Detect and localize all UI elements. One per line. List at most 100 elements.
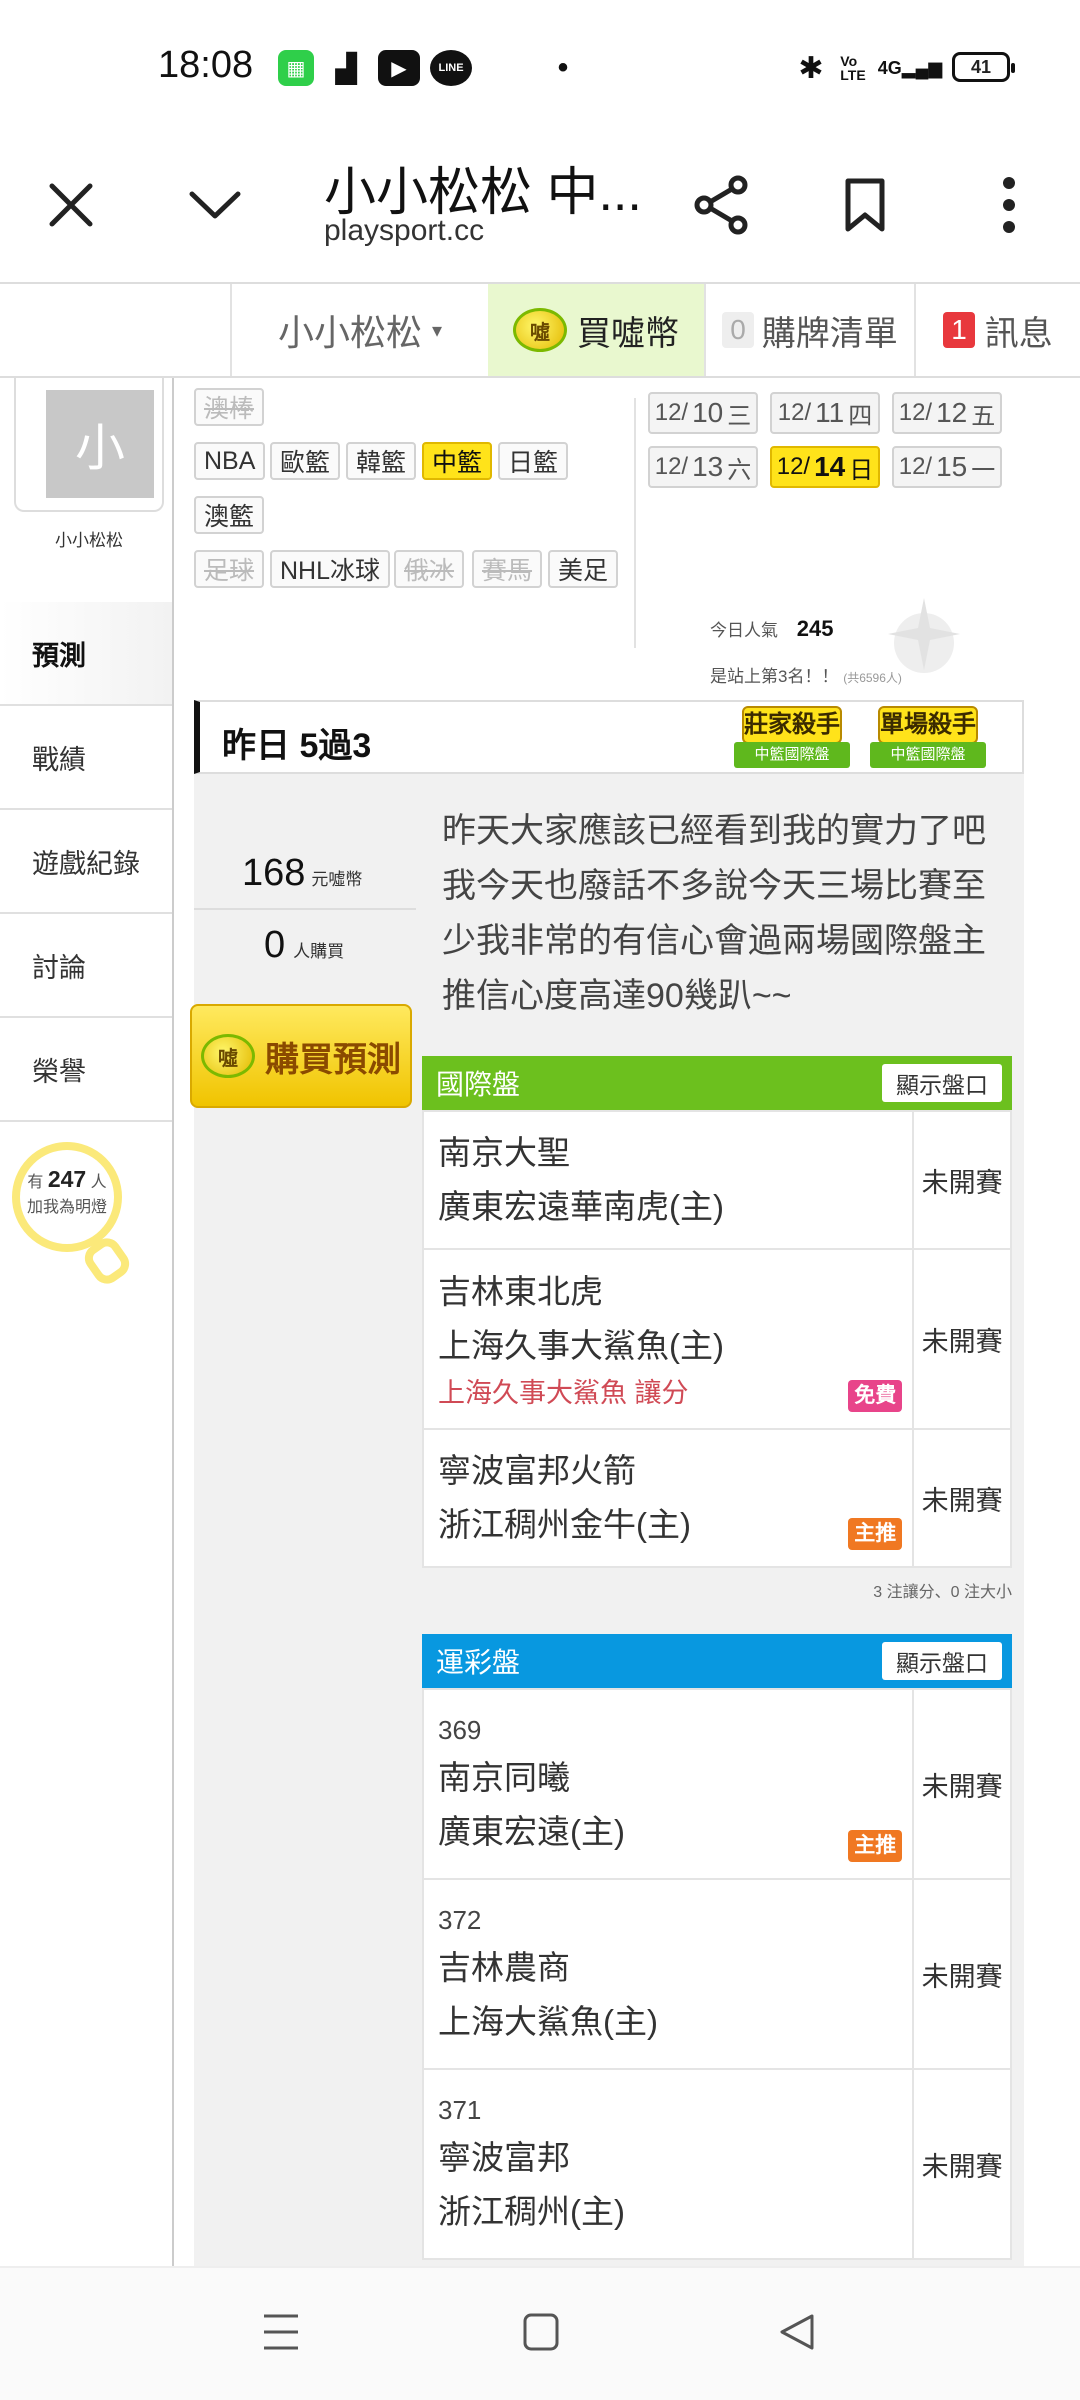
- share-button[interactable]: [676, 160, 766, 250]
- collapse-button[interactable]: [170, 160, 260, 250]
- sport-tag[interactable]: 俄冰: [394, 550, 465, 588]
- buy-prediction-label: 購買預測: [265, 1040, 401, 1079]
- sport-tag[interactable]: 賽馬: [472, 550, 543, 588]
- home-team: 上海久事大鯊魚(主): [438, 1327, 724, 1364]
- username: 小小松松: [55, 531, 123, 550]
- menu-item-predictions[interactable]: 預測: [0, 602, 172, 706]
- back-button[interactable]: [778, 2312, 816, 2352]
- market-header: 運彩盤 顯示盤口: [422, 1634, 1012, 1688]
- sport-tag[interactable]: 日籃: [498, 442, 569, 480]
- mobile-signal-icon: 4G ▂▄▆: [877, 57, 943, 78]
- game-status: 未開賽: [912, 1428, 1012, 1568]
- away-team: 吉林農商: [438, 1949, 570, 1986]
- sport-tag[interactable]: NHL冰球: [270, 550, 391, 588]
- coin-icon: 噓: [201, 1034, 255, 1078]
- page-url[interactable]: playsport.cc: [324, 214, 484, 248]
- fan-lightbulb[interactable]: 有 247 人 加我為明燈: [12, 1142, 122, 1252]
- home-team: 浙江稠州(主): [438, 2193, 625, 2230]
- sport-tag[interactable]: NBA: [194, 442, 266, 480]
- bet-summary: 3 注讓分、0 注大小: [873, 1584, 1012, 1601]
- avatar[interactable]: 小: [46, 390, 154, 498]
- date-tab[interactable]: 12/11 四: [770, 392, 880, 434]
- sport-tag-selected[interactable]: 中籃: [422, 442, 493, 480]
- table-row: 南京大聖 廣東宏遠華南虎(主) 未開賽: [421, 1110, 1012, 1250]
- teams-cell: 369 南京同曦 廣東宏遠(主) 主推: [421, 1688, 915, 1880]
- caret-down-icon: ▾: [431, 319, 443, 342]
- prediction-panel: 168 元噓幣 0 人購買 噓 購買預測 昨天大家應該已經看到我的實力了吧我今天也廢…: [190, 774, 1024, 2274]
- divider: [634, 398, 636, 648]
- main-pick-badge: 主推: [848, 1518, 903, 1550]
- sport-tag[interactable]: 澳棒: [194, 388, 265, 426]
- clock: 18:08: [158, 44, 254, 86]
- battery-icon: 41: [952, 52, 1015, 82]
- date-tab-selected[interactable]: 12/14 日: [770, 446, 880, 488]
- table-row: 371 寧波富邦 浙江稠州(主) 未開賽: [421, 2068, 1012, 2260]
- away-team: 南京同曦: [438, 1759, 570, 1796]
- teams-cell: 371 寧波富邦 浙江稠州(主): [421, 2068, 915, 2260]
- volte-icon: Vo LTE: [840, 53, 866, 83]
- buy-list-link[interactable]: 0 購牌清單: [704, 284, 914, 376]
- status-bar: 18:08 ▦ ▟ ▶ LINE • ✱ Vo LTE 4G ▂▄▆ 41: [0, 0, 1080, 130]
- show-odds-button[interactable]: 顯示盤口: [882, 1642, 1002, 1680]
- buy-coins-label: 買噓幣: [577, 314, 679, 353]
- popularity-value: 245: [796, 616, 834, 641]
- date-tab[interactable]: 12/15 一: [892, 446, 1002, 488]
- buyers: 0 人購買: [264, 924, 344, 967]
- prediction-description: 昨天大家應該已經看到我的實力了吧我今天也廢話不多說今天三場比賽至少我非常的有信心…: [442, 812, 986, 1015]
- chevron-down-icon: [189, 191, 241, 219]
- date-tab[interactable]: 12/12 五: [892, 392, 1002, 434]
- date-tab[interactable]: 12/10 三: [648, 392, 758, 434]
- game-number: 369: [438, 1715, 482, 1745]
- games-table: 南京大聖 廣東宏遠華南虎(主) 未開賽 吉林東北虎 上海久事大鯊魚(主) 上海久…: [421, 1110, 1012, 1568]
- teams-cell: 寧波富邦火箭 浙江稠州金牛(主) 主推: [421, 1428, 915, 1568]
- recent-apps-button[interactable]: [262, 2312, 300, 2352]
- line-icon: LINE: [430, 50, 472, 86]
- system-nav-bar: [0, 2266, 1080, 2400]
- menu-item-game-log[interactable]: 遊戲紀錄: [0, 810, 172, 914]
- away-team: 南京大聖: [438, 1134, 570, 1171]
- yesterday-title: 昨日 5過3: [222, 727, 372, 765]
- home-team: 廣東宏遠(主): [438, 1813, 625, 1850]
- table-row: 吉林東北虎 上海久事大鯊魚(主) 上海久事大鯊魚 讓分 免費 未開賽: [421, 1248, 1012, 1430]
- game-number: 372: [438, 1905, 482, 1935]
- close-button[interactable]: [26, 160, 116, 250]
- game-number: 371: [438, 2095, 482, 2125]
- sport-tag[interactable]: 歐籃: [270, 442, 341, 480]
- messages-link[interactable]: 1 訊息: [914, 284, 1080, 376]
- free-badge: 免費: [848, 1380, 903, 1412]
- fans-suffix: 人: [90, 1174, 107, 1191]
- bookmark-button[interactable]: [820, 160, 910, 250]
- user-menu[interactable]: 小小松松 ▾: [230, 284, 488, 376]
- away-team: 寧波富邦火箭: [438, 1452, 636, 1489]
- home-button[interactable]: [522, 2312, 560, 2352]
- buy-coins-button[interactable]: 噓 買噓幣: [488, 284, 704, 376]
- menu-item-record[interactable]: 戰績: [0, 706, 172, 810]
- teams-cell: 吉林東北虎 上海久事大鯊魚(主) 上海久事大鯊魚 讓分 免費: [421, 1248, 915, 1430]
- rank-text: 是站上第3名！！: [710, 667, 839, 686]
- divider: [194, 908, 416, 910]
- buy-list-count: 0: [722, 312, 754, 348]
- buy-prediction-button[interactable]: 噓 購買預測: [190, 1004, 412, 1108]
- more-options-button[interactable]: [964, 160, 1054, 250]
- away-team: 寧波富邦: [438, 2139, 570, 2176]
- home-team: 浙江稠州金牛(主): [438, 1506, 691, 1543]
- buyers-unit: 人購買: [293, 942, 345, 961]
- sport-tag[interactable]: 足球: [194, 550, 265, 588]
- dot-icon: •: [557, 51, 569, 84]
- menu-item-honors[interactable]: 榮譽: [0, 1018, 172, 1122]
- menu-item-discussion[interactable]: 討論: [0, 914, 172, 1018]
- signal-bars-icon: ▟: [335, 52, 357, 84]
- coin-icon: 噓: [513, 308, 567, 352]
- show-odds-button[interactable]: 顯示盤口: [882, 1064, 1002, 1102]
- price-unit: 元噓幣: [311, 870, 363, 889]
- fans-count: 247: [47, 1166, 87, 1192]
- date-tab[interactable]: 12/13 六: [648, 446, 758, 488]
- app-notification-icon: ▦: [278, 50, 314, 86]
- price: 168 元噓幣: [242, 852, 362, 895]
- away-team: 吉林東北虎: [438, 1273, 603, 1310]
- sport-tag[interactable]: 韓籃: [346, 442, 417, 480]
- fans-label: 加我為明燈: [26, 1199, 107, 1216]
- popularity-label: 今日人氣: [710, 621, 778, 640]
- sport-tag[interactable]: 美足: [548, 550, 619, 588]
- sport-tag[interactable]: 澳籃: [194, 496, 265, 534]
